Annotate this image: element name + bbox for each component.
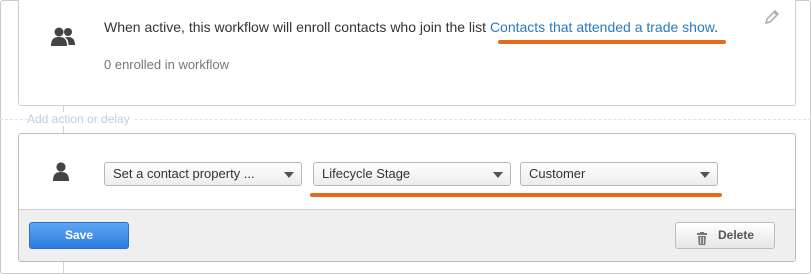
trigger-suffix: . <box>714 19 718 35</box>
users-icon <box>50 27 76 52</box>
value-select[interactable]: Customer <box>520 162 718 186</box>
pencil-icon[interactable] <box>763 8 781 31</box>
delete-button[interactable]: Delete <box>675 222 775 249</box>
trigger-text: When active, this workflow will enroll c… <box>104 19 490 35</box>
enrolled-count: 0 enrolled in workflow <box>104 57 230 72</box>
chevron-down-icon <box>493 172 503 178</box>
action-card: Set a contact property ... Lifecycle Sta… <box>18 133 796 262</box>
trash-icon <box>696 229 708 254</box>
chevron-down-icon <box>284 172 294 178</box>
add-action-link[interactable]: Add action or delay <box>27 112 134 126</box>
property-select[interactable]: Lifecycle Stage <box>313 162 511 186</box>
property-value: Lifecycle Stage <box>322 166 411 181</box>
action-footer: Save Delete <box>19 209 795 261</box>
chevron-down-icon <box>700 172 710 178</box>
save-button[interactable]: Save <box>29 222 129 249</box>
trigger-description: When active, this workflow will enroll c… <box>104 19 718 35</box>
list-link[interactable]: Contacts that attended a trade show <box>490 19 714 35</box>
value-selected: Customer <box>529 166 586 181</box>
highlight-underline <box>310 193 722 197</box>
trigger-card <box>18 0 796 106</box>
action-type-select[interactable]: Set a contact property ... <box>104 162 302 186</box>
delete-label: Delete <box>718 228 755 242</box>
action-type-value: Set a contact property ... <box>113 166 255 181</box>
user-icon <box>53 162 69 187</box>
highlight-underline <box>498 40 726 44</box>
